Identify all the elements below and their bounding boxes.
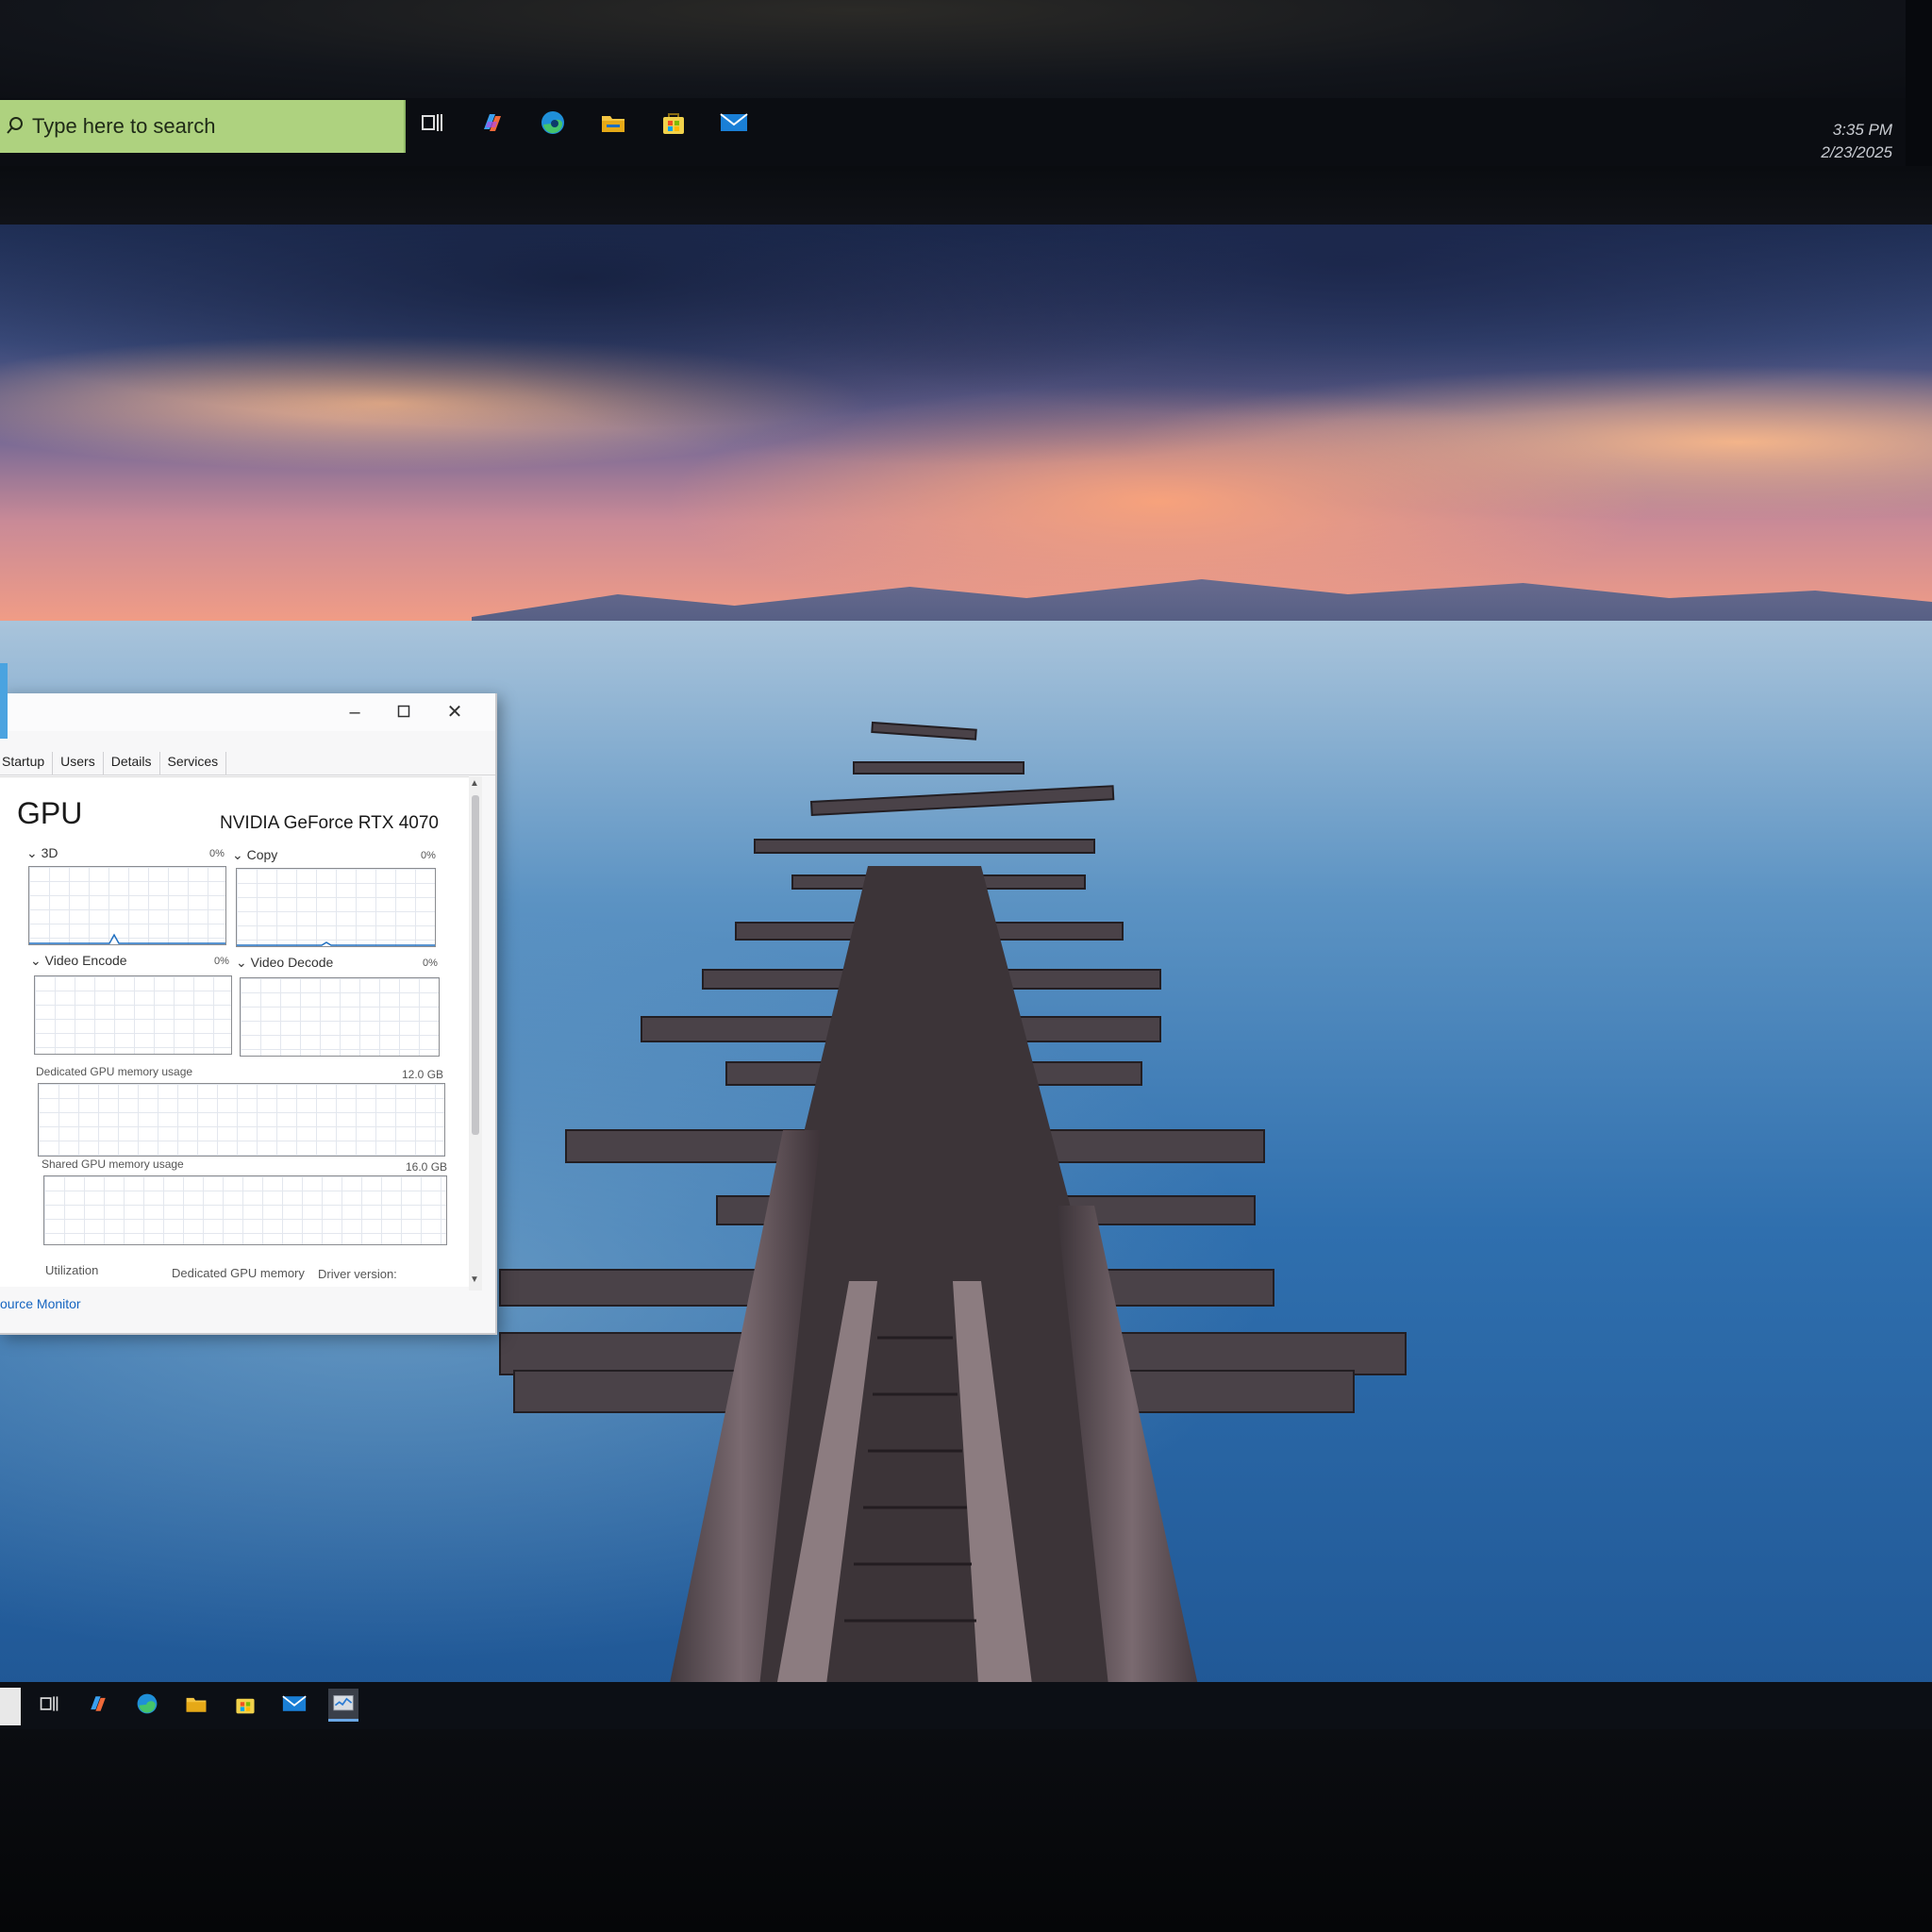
engine-percent: 0% xyxy=(423,958,438,969)
graph-line xyxy=(237,941,435,946)
graph-shared-memory xyxy=(43,1175,447,1245)
task-view-icon[interactable] xyxy=(415,106,449,140)
chevron-down-icon: ⌄ xyxy=(26,845,38,860)
scroll-up-icon[interactable]: ▲ xyxy=(470,778,479,789)
engine-percent: 0% xyxy=(421,850,436,861)
file-explorer-icon[interactable] xyxy=(181,1689,211,1719)
engine-label: 3D xyxy=(41,845,58,860)
close-button[interactable]: ✕ xyxy=(443,701,466,724)
maximize-icon xyxy=(397,705,410,718)
engine-label: Video Decode xyxy=(250,955,334,970)
store-icon[interactable] xyxy=(657,106,691,140)
edge-icon[interactable] xyxy=(536,106,570,140)
chevron-down-icon: ⌄ xyxy=(236,955,247,970)
upper-taskbar-icons xyxy=(415,106,751,140)
upper-taskbar: Type here to search 3:35 PM 2/23/2025 xyxy=(0,98,1906,166)
left-window-edge xyxy=(0,663,8,739)
search-placeholder[interactable]: Type here to search xyxy=(32,114,215,139)
monitor-bezel-top xyxy=(0,166,1932,232)
scrollbar-thumb[interactable] xyxy=(472,795,479,1135)
gpu-performance-panel: GPU NVIDIA GeForce RTX 4070 ⌄ 3D 0% ⌄ Co… xyxy=(0,776,469,1287)
start-button[interactable] xyxy=(0,1688,21,1725)
chevron-down-icon: ⌄ xyxy=(232,847,243,862)
store-icon[interactable] xyxy=(230,1689,260,1719)
chevron-down-icon: ⌄ xyxy=(30,953,42,968)
copilot-icon[interactable] xyxy=(475,106,509,140)
system-clock[interactable]: 3:35 PM 2/23/2025 xyxy=(1821,119,1892,164)
graph-copy xyxy=(236,868,436,947)
maximize-button[interactable] xyxy=(392,701,415,724)
monitor-bezel-bottom xyxy=(0,1729,1932,1932)
clock-date: 2/23/2025 xyxy=(1821,143,1892,161)
engine-label: Copy xyxy=(246,847,278,862)
engine-selector-video-encode[interactable]: ⌄ Video Encode xyxy=(30,953,127,969)
utilization-label: Utilization xyxy=(45,1263,99,1277)
main-screen: – ✕ Startup Users Details Services GPU N… xyxy=(0,225,1932,1729)
task-manager-window[interactable]: – ✕ Startup Users Details Services GPU N… xyxy=(0,693,497,1335)
graph-line xyxy=(29,933,225,944)
mail-icon[interactable] xyxy=(279,1689,309,1719)
graph-dedicated-memory xyxy=(38,1083,445,1157)
upper-wallpaper xyxy=(0,0,1906,106)
graph-3d xyxy=(28,866,226,945)
dedicated-memory-max: 12.0 GB xyxy=(402,1068,444,1081)
main-taskbar xyxy=(0,1682,1932,1729)
scroll-down-icon[interactable]: ▼ xyxy=(470,1274,479,1285)
tab-services[interactable]: Services xyxy=(166,752,227,774)
driver-version-label: Driver version: xyxy=(318,1267,397,1281)
search-box[interactable]: Type here to search xyxy=(0,100,406,153)
dedicated-memory-label: Dedicated GPU memory usage xyxy=(36,1065,193,1078)
tab-details[interactable]: Details xyxy=(109,752,160,774)
gpu-model-name: NVIDIA GeForce RTX 4070 xyxy=(220,813,439,833)
upper-monitor: Type here to search 3:35 PM 2/23/2025 xyxy=(0,0,1906,170)
mail-icon[interactable] xyxy=(717,106,751,140)
vertical-scrollbar[interactable]: ▲ ▼ xyxy=(469,776,482,1291)
shared-memory-max: 16.0 GB xyxy=(406,1160,448,1174)
minimize-button[interactable]: – xyxy=(343,701,366,724)
clock-time: 3:35 PM xyxy=(1832,121,1892,139)
copilot-icon[interactable] xyxy=(83,1689,113,1719)
task-view-icon[interactable] xyxy=(34,1689,64,1719)
search-icon xyxy=(7,117,23,134)
engine-selector-3d[interactable]: ⌄ 3D xyxy=(26,845,58,861)
task-manager-icon[interactable] xyxy=(328,1689,358,1722)
page-title: GPU xyxy=(17,796,83,830)
window-titlebar[interactable]: – ✕ xyxy=(0,693,495,731)
edge-icon[interactable] xyxy=(132,1689,162,1719)
tab-strip: Startup Users Details Services xyxy=(0,752,495,775)
tab-users[interactable]: Users xyxy=(58,752,104,774)
graph-video-encode xyxy=(34,975,232,1055)
engine-label: Video Encode xyxy=(44,953,127,968)
dedicated-gpu-memory-label: Dedicated GPU memory xyxy=(172,1266,305,1280)
resource-monitor-link[interactable]: ource Monitor xyxy=(0,1296,81,1311)
file-explorer-icon[interactable] xyxy=(596,106,630,140)
engine-selector-copy[interactable]: ⌄ Copy xyxy=(232,847,277,863)
tab-startup[interactable]: Startup xyxy=(0,752,54,774)
engine-percent: 0% xyxy=(214,956,229,967)
engine-percent: 0% xyxy=(209,848,225,859)
shared-memory-label: Shared GPU memory usage xyxy=(42,1158,184,1171)
engine-selector-video-decode[interactable]: ⌄ Video Decode xyxy=(236,955,333,971)
main-taskbar-icons xyxy=(34,1689,358,1722)
graph-video-decode xyxy=(240,977,440,1057)
